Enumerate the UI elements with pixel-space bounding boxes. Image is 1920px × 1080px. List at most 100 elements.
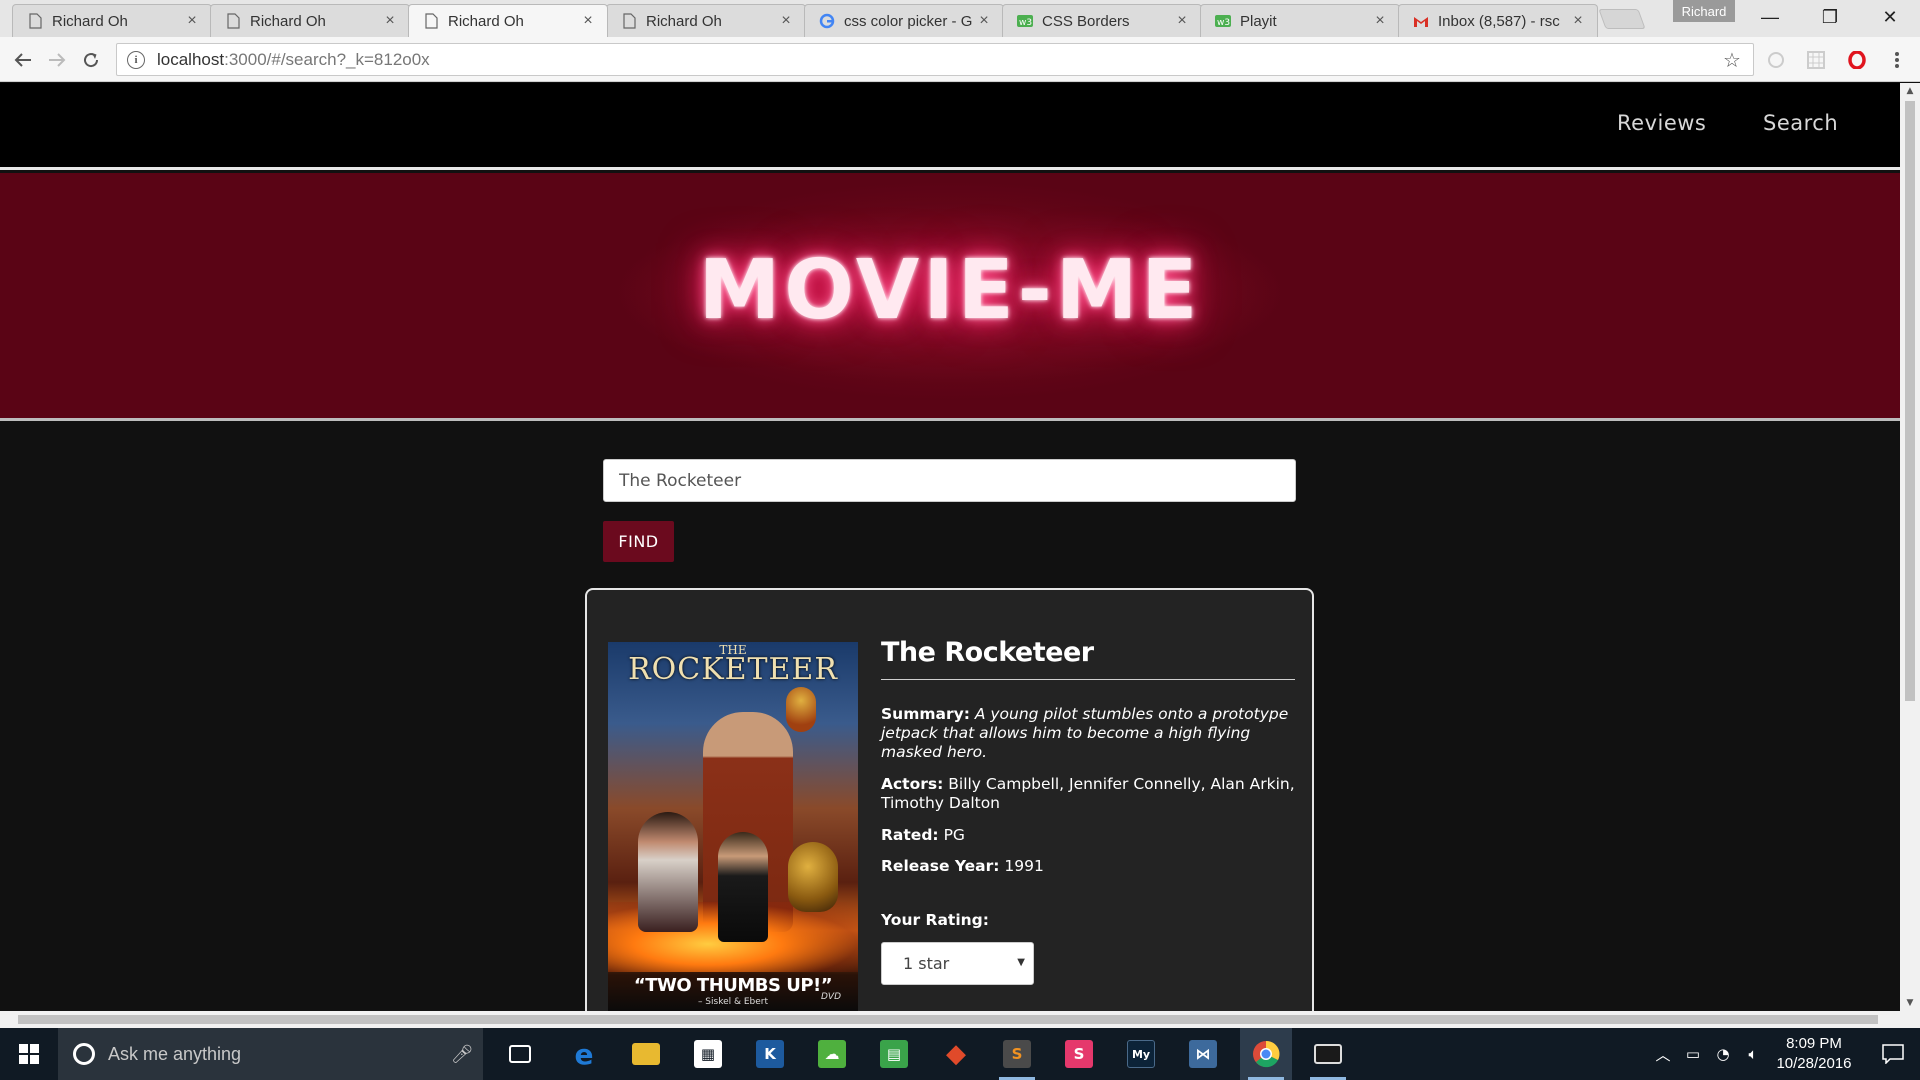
close-icon[interactable]: × (1567, 10, 1589, 32)
hero-banner: MOVIE-ME (0, 173, 1900, 421)
dvd-logo: DVD (821, 992, 842, 1002)
info-icon[interactable]: i (127, 50, 145, 69)
close-icon[interactable]: × (181, 10, 203, 32)
profile-button[interactable]: Richard (1673, 0, 1735, 22)
cortana-placeholder: Ask me anything (108, 1043, 242, 1064)
taskbar-app-sublime-text[interactable]: S (991, 1028, 1043, 1080)
w3schools-icon: w3 (1017, 13, 1033, 29)
chevron-up-icon[interactable]: ︿ (1648, 1044, 1678, 1065)
tab-title: css color picker - G (844, 12, 973, 30)
taskbar-app-git[interactable]: ◆ (930, 1028, 982, 1080)
start-button[interactable] (0, 1028, 58, 1080)
horizontal-scrollbar[interactable] (0, 1011, 1920, 1028)
browser-tab-active[interactable]: Richard Oh × (408, 4, 608, 37)
taskbar-clock[interactable]: 8:09 PM 10/28/2016 (1762, 1034, 1866, 1074)
w3schools-icon: w3 (1215, 13, 1231, 29)
url-text[interactable]: localhost:3000/#/search?_k=812o0x (157, 50, 1719, 70)
browser-toolbar: i localhost:3000/#/search?_k=812o0x ☆ (0, 37, 1920, 82)
scrollbar-thumb[interactable] (1905, 101, 1915, 701)
terminal-icon (1314, 1044, 1342, 1064)
taskbar-app-terminal[interactable] (1302, 1028, 1354, 1080)
site-navbar: Reviews Search (0, 83, 1900, 170)
kindle-icon: K (756, 1040, 784, 1068)
reload-button[interactable] (76, 45, 106, 75)
slack-icon: S (1065, 1040, 1093, 1068)
new-tab-button[interactable] (1598, 9, 1646, 29)
visual-studio-icon: ⋈ (1189, 1040, 1217, 1068)
taskbar-app-kindle[interactable]: K (744, 1028, 796, 1080)
nav-link-reviews[interactable]: Reviews (1617, 111, 1706, 135)
taskbar-app-mysql[interactable]: My (1115, 1028, 1167, 1080)
extension-grid-icon[interactable] (1805, 49, 1827, 71)
taskbar-app-notes[interactable]: ▤ (868, 1028, 920, 1080)
mysql-icon: My (1127, 1040, 1155, 1068)
opera-icon[interactable] (1846, 49, 1868, 71)
tab-title: Richard Oh (52, 12, 128, 30)
bookmark-star-icon[interactable]: ☆ (1719, 48, 1745, 72)
movie-title: The Rocketeer (881, 637, 1094, 668)
poster-man-figure (718, 832, 768, 942)
scroll-down-icon[interactable]: ▼ (1900, 995, 1920, 1011)
cortana-search-box[interactable]: Ask me anything 🎤︎ (58, 1028, 483, 1080)
svg-text:w3: w3 (1217, 18, 1230, 28)
close-icon[interactable]: × (775, 10, 797, 32)
clock-date: 10/28/2016 (1776, 1055, 1852, 1072)
rated-label: Rated: (881, 826, 939, 844)
back-button[interactable] (8, 45, 38, 75)
browser-tab[interactable]: Richard Oh × (210, 4, 410, 37)
browser-tab[interactable]: w3 CSS Borders × (1002, 4, 1202, 37)
close-window-button[interactable]: ✕ (1860, 0, 1920, 34)
close-icon[interactable]: × (379, 10, 401, 32)
taskbar-app-edge[interactable]: e (558, 1028, 610, 1080)
browser-tab[interactable]: css color picker - G × (804, 4, 1004, 37)
google-icon (819, 13, 835, 29)
taskbar-app-cloud[interactable]: ☁ (806, 1028, 858, 1080)
nav-link-search[interactable]: Search (1763, 111, 1838, 135)
scrollbar-thumb[interactable] (18, 1015, 1878, 1024)
dropdown-caret-icon: ▼ (1017, 957, 1025, 968)
title-divider (881, 679, 1295, 680)
site-logo[interactable]: MOVIE-ME (0, 243, 1900, 338)
wifi-icon[interactable]: ◔ (1708, 1045, 1738, 1063)
menu-kebab-icon[interactable] (1886, 49, 1908, 71)
forward-button[interactable] (42, 45, 72, 75)
restore-button[interactable]: ❐ (1800, 0, 1860, 34)
forward-arrow-icon (49, 53, 66, 67)
minimize-button[interactable]: — (1740, 0, 1800, 34)
scroll-up-icon[interactable]: ▲ (1900, 83, 1920, 99)
tab-title: CSS Borders (1042, 12, 1130, 30)
find-button[interactable]: FIND (603, 521, 674, 562)
action-center-button[interactable] (1866, 1028, 1920, 1080)
page-icon (423, 13, 439, 29)
taskbar-app-file-explorer[interactable] (620, 1028, 672, 1080)
battery-icon[interactable]: ▭ (1678, 1045, 1708, 1063)
browser-tab[interactable]: Richard Oh × (606, 4, 806, 37)
svg-text:w3: w3 (1019, 18, 1032, 28)
extension-icon[interactable] (1765, 49, 1787, 71)
movie-actors: Actors: Billy Campbell, Jennifer Connell… (881, 775, 1295, 813)
taskbar-app-store[interactable]: ▦ (682, 1028, 734, 1080)
close-icon[interactable]: × (577, 10, 599, 32)
close-icon[interactable]: × (1171, 10, 1193, 32)
page-icon (621, 13, 637, 29)
address-bar[interactable]: i localhost:3000/#/search?_k=812o0x ☆ (116, 43, 1754, 76)
windows-logo-icon (19, 1044, 39, 1064)
taskbar-app-chrome[interactable] (1240, 1028, 1292, 1080)
back-arrow-icon (14, 53, 31, 67)
taskbar-app-visual-studio[interactable]: ⋈ (1177, 1028, 1229, 1080)
browser-tab[interactable]: Inbox (8,587) - rsc × (1398, 4, 1598, 37)
browser-tab[interactable]: w3 Playit × (1200, 4, 1400, 37)
poster-flying-figure (786, 687, 816, 732)
vertical-scrollbar[interactable]: ▲ ▼ (1900, 83, 1920, 1011)
rating-select[interactable]: 1 star ▼ (881, 942, 1034, 985)
cloud-app-icon: ☁ (818, 1040, 846, 1068)
close-icon[interactable]: × (1369, 10, 1391, 32)
browser-tab-strip: Richard Oh × Richard Oh × Richard Oh × R… (0, 0, 1920, 37)
browser-tab[interactable]: Richard Oh × (12, 4, 212, 37)
taskbar-app-slack[interactable]: S (1053, 1028, 1105, 1080)
movie-release-year: Release Year: 1991 (881, 857, 1295, 876)
microphone-icon[interactable]: 🎤︎ (447, 1044, 477, 1065)
movie-search-input[interactable] (603, 459, 1296, 502)
close-icon[interactable]: × (973, 10, 995, 32)
taskbar-app-task-view[interactable] (494, 1028, 546, 1080)
